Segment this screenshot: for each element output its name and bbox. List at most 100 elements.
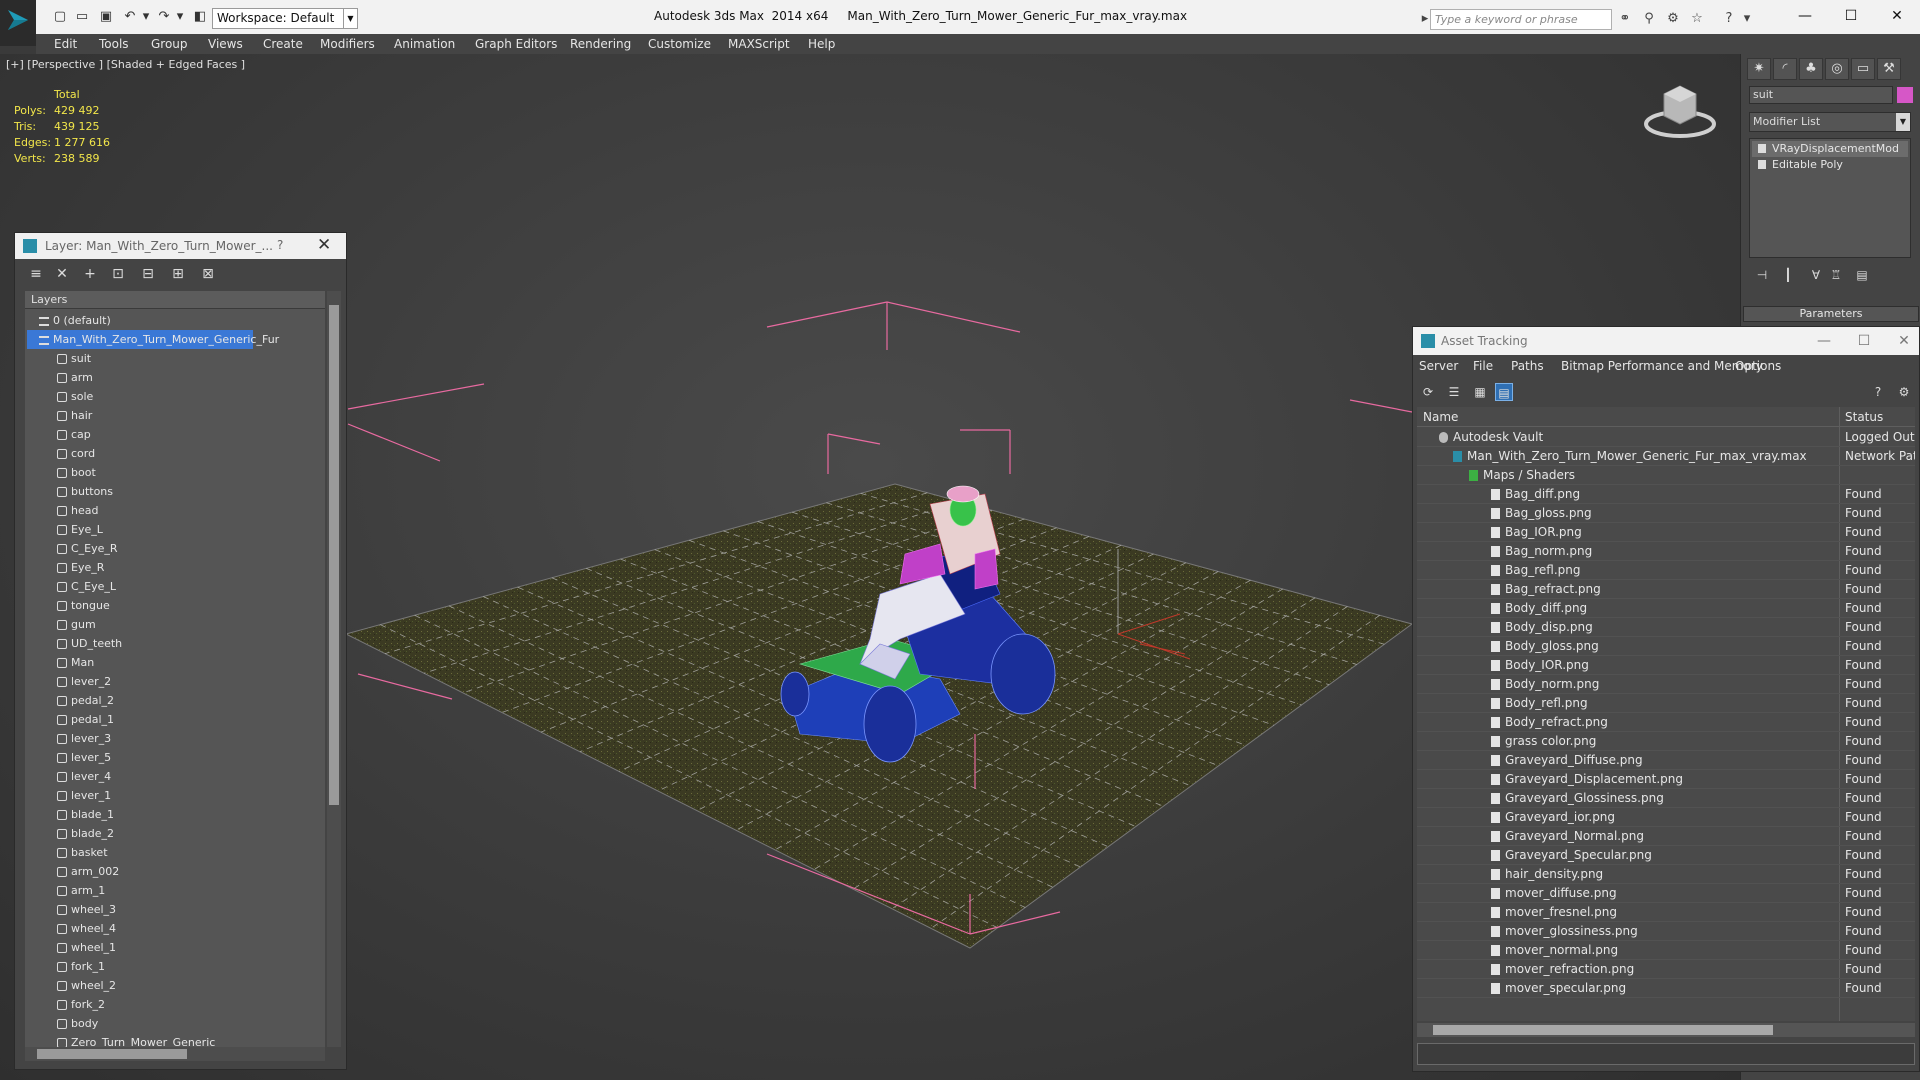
object-color-swatch[interactable] [1897,87,1913,103]
layer-object-row[interactable]: blade_2 [57,824,325,843]
layer-object-row[interactable]: buttons [57,482,325,501]
delete-layer-icon[interactable]: ✕ [53,265,71,283]
layer-object-row[interactable]: lever_2 [57,672,325,691]
asset-file-row[interactable]: Bag_gloss.png Found [1417,504,1915,523]
layer-object-row[interactable]: basket [57,843,325,862]
redo-dropdown-icon[interactable]: ▾ [172,10,188,24]
layer-object-row[interactable]: cord [57,444,325,463]
redo-icon[interactable]: ↷ [156,10,172,24]
minimize-window-button[interactable]: — [1790,6,1820,26]
remove-modifier-icon[interactable]: ♖ [1827,266,1845,284]
layer-horizontal-scrollbar[interactable] [25,1047,325,1061]
asset-row-group[interactable]: Maps / Shaders [1417,466,1915,485]
asset-file-row[interactable]: Body_IOR.png Found [1417,656,1915,675]
expand-plus-icon[interactable] [1758,160,1766,169]
layer-object-row[interactable]: lever_5 [57,748,325,767]
asset-file-row[interactable]: Graveyard_ior.png Found [1417,808,1915,827]
layer-object-row[interactable]: wheel_4 [57,919,325,938]
create-tab-icon[interactable]: ✷ [1747,58,1771,80]
hide-unhide-all-icon[interactable]: ⊠ [199,265,217,283]
lightbulb-icon[interactable] [1758,144,1766,153]
motion-tab-icon[interactable]: ◎ [1825,58,1849,80]
layer-vertical-scrollbar[interactable] [327,291,341,1047]
undo-dropdown-icon[interactable]: ▾ [138,10,154,24]
help-icon[interactable]: ? [1869,383,1887,401]
asset-file-row[interactable]: mover_refraction.png Found [1417,960,1915,979]
viewport-label[interactable]: [+] [Perspective ] [Shaded + Edged Faces… [6,58,245,71]
layer-object-row[interactable]: boot [57,463,325,482]
open-folder-icon[interactable]: ▭ [74,10,90,24]
layer-object-row[interactable]: wheel_3 [57,900,325,919]
layer-object-row[interactable]: wheel_1 [57,938,325,957]
menu-graph-editors[interactable]: Graph Editors [475,34,557,54]
layer-object-row[interactable]: Man [57,653,325,672]
help-dropdown-icon[interactable]: ▾ [1738,11,1756,27]
asset-file-row[interactable]: mover_fresnel.png Found [1417,903,1915,922]
layer-object-row[interactable]: gum [57,615,325,634]
layer-row-default[interactable]: 0 (default) [39,311,325,330]
layer-object-row[interactable]: arm [57,368,325,387]
layer-object-row[interactable]: head [57,501,325,520]
menu-maxscript[interactable]: MAXScript [728,34,790,54]
asset-menu-paths[interactable]: Paths [1511,359,1544,373]
communication-center-icon[interactable]: ⚙ [1664,11,1682,27]
asset-file-row[interactable]: Graveyard_Normal.png Found [1417,827,1915,846]
layer-object-row[interactable]: lever_3 [57,729,325,748]
menu-customize[interactable]: Customize [648,34,711,54]
asset-maximize-button[interactable]: ☐ [1849,331,1879,351]
layer-object-row[interactable]: Eye_L [57,520,325,539]
hierarchy-tab-icon[interactable]: ♣ [1799,58,1823,80]
asset-file-row[interactable]: Bag_diff.png Found [1417,485,1915,504]
asset-file-row[interactable]: mover_specular.png Found [1417,979,1915,998]
workspace-dropdown[interactable]: Workspace: Default ▼ [212,8,358,29]
asset-file-row[interactable]: Bag_refract.png Found [1417,580,1915,599]
asset-file-row[interactable]: Body_gloss.png Found [1417,637,1915,656]
layer-object-row[interactable]: fork_1 [57,957,325,976]
layer-object-row[interactable]: tongue [57,596,325,615]
help-search-input[interactable]: Type a keyword or phrase [1430,9,1612,30]
menu-tools[interactable]: Tools [99,34,129,54]
asset-close-button[interactable]: ✕ [1889,331,1919,351]
add-to-layer-icon[interactable]: + [81,265,99,283]
subscription-icon[interactable]: ⚲ [1640,11,1658,27]
layer-object-row[interactable]: C_Eye_R [57,539,325,558]
layer-close-button[interactable]: ✕ [317,235,331,255]
layer-object-row[interactable]: Zero_Turn_Mower_Generic [57,1033,325,1047]
scroll-thumb[interactable] [1433,1025,1773,1035]
asset-minimize-button[interactable]: — [1809,331,1839,351]
modify-tab-icon[interactable]: ◜ [1773,58,1797,80]
layer-object-row[interactable]: lever_4 [57,767,325,786]
undo-icon[interactable]: ↶ [122,10,138,24]
layer-object-row[interactable]: body [57,1014,325,1033]
layer-object-row[interactable]: UD_teeth [57,634,325,653]
asset-menu-server[interactable]: Server [1419,359,1458,373]
asset-file-row[interactable]: Bag_norm.png Found [1417,542,1915,561]
asset-menu-file[interactable]: File [1473,359,1493,373]
asset-horizontal-scrollbar[interactable] [1417,1023,1915,1037]
configure-sets-icon[interactable]: ▤ [1853,266,1871,284]
project-folder-icon[interactable]: ◧ [192,10,208,24]
modifier-stack-item[interactable]: Editable Poly [1752,157,1908,173]
set-current-layer-icon[interactable]: ⊞ [169,265,187,283]
layer-object-row[interactable]: blade_1 [57,805,325,824]
asset-file-row[interactable]: Body_refract.png Found [1417,713,1915,732]
name-column-header[interactable]: Name [1423,410,1458,424]
layer-object-row[interactable]: Eye_R [57,558,325,577]
binoculars-icon[interactable]: ⚭ [1616,11,1634,27]
layer-object-row[interactable]: sole [57,387,325,406]
list-view-icon[interactable]: ☰ [1445,383,1463,401]
layer-object-row[interactable]: arm_002 [57,862,325,881]
asset-menu-options[interactable]: Options [1735,359,1781,373]
asset-file-row[interactable]: mover_glossiness.png Found [1417,922,1915,941]
menu-rendering[interactable]: Rendering [570,34,631,54]
asset-file-row[interactable]: Graveyard_Specular.png Found [1417,846,1915,865]
layer-object-row[interactable]: C_Eye_L [57,577,325,596]
asset-file-row[interactable]: Body_diff.png Found [1417,599,1915,618]
asset-menu-bitmap-performance[interactable]: Bitmap Performance and Memory [1561,359,1763,373]
table-view-icon[interactable]: ▤ [1495,383,1513,401]
menu-modifiers[interactable]: Modifiers [320,34,375,54]
menu-group[interactable]: Group [151,34,188,54]
layer-object-row[interactable]: hair [57,406,325,425]
maximize-window-button[interactable]: ☐ [1836,6,1866,26]
asset-file-row[interactable]: mover_normal.png Found [1417,941,1915,960]
